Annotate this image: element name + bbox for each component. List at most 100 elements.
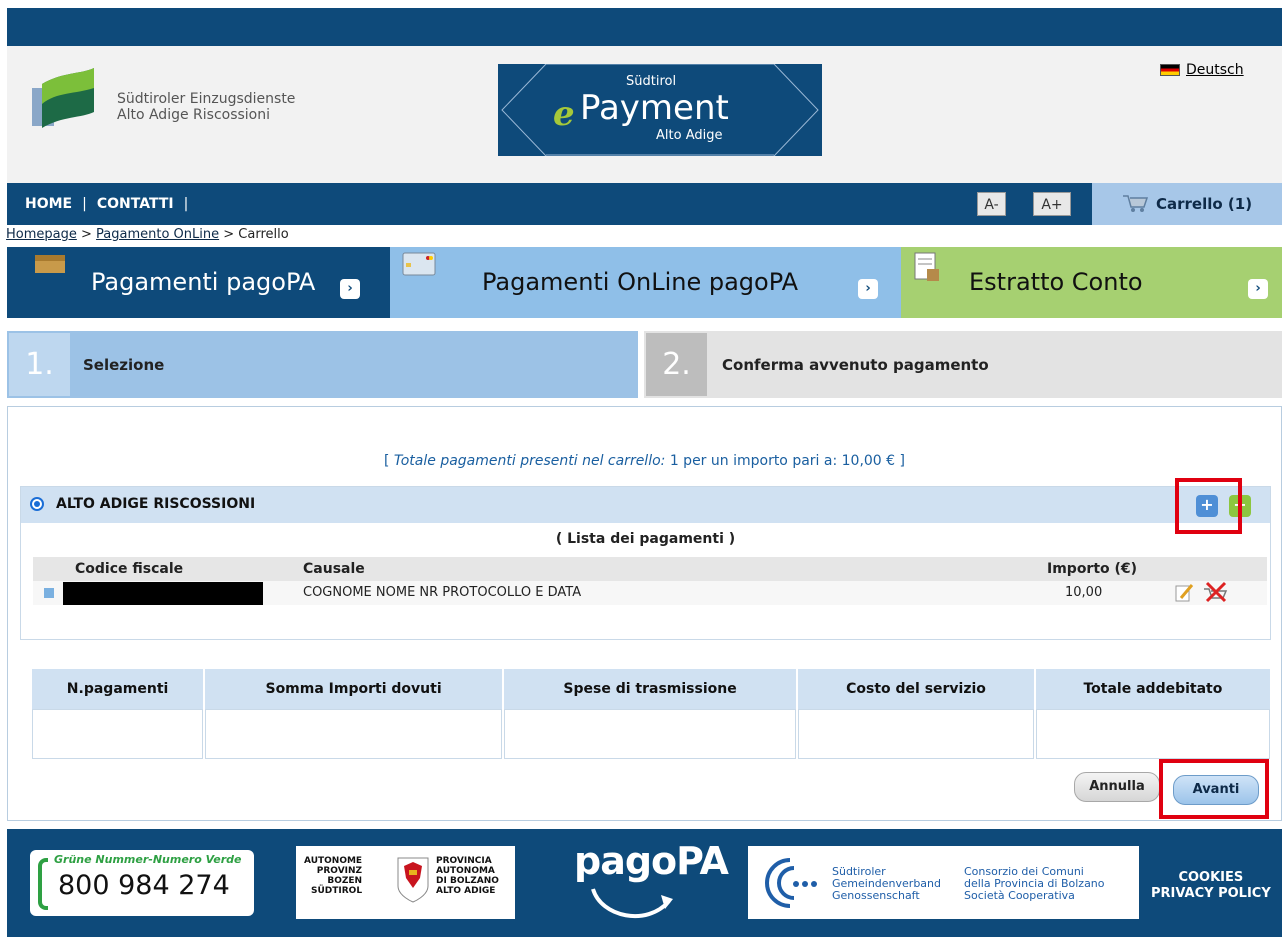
- col-causale: Causale: [303, 561, 365, 577]
- epayment-e: e: [553, 94, 575, 134]
- font-decrease-button[interactable]: A-: [977, 192, 1006, 216]
- prov-left-line: SÜDTIROL: [311, 886, 363, 896]
- gem-left-line: Genossenschaft: [832, 889, 920, 902]
- tab-label: Estratto Conto: [969, 268, 1143, 296]
- totals-cell: [798, 709, 1034, 759]
- highlight-box: [1175, 478, 1242, 534]
- tab-estratto-conto[interactable]: Estratto Conto ›: [901, 247, 1282, 318]
- summary-value: 1 per un importo pari a: 10,00 € ]: [665, 453, 905, 469]
- tab-pagamenti-online[interactable]: Pagamenti OnLine pagoPA ›: [390, 247, 901, 318]
- tab-pagamenti-pagopa[interactable]: Pagamenti pagoPA ›: [7, 247, 390, 318]
- credit-card-icon: [402, 252, 436, 276]
- breadcrumb-pagamento[interactable]: Pagamento OnLine: [96, 227, 219, 242]
- edit-icon[interactable]: [1173, 582, 1195, 604]
- prov-right-line: PROVINCIA: [436, 856, 492, 866]
- wallet-icon: [35, 255, 65, 273]
- step-number: 1.: [9, 333, 70, 396]
- epayment-altoadige: Alto Adige: [656, 128, 723, 143]
- verde-label: Grüne Nummer-Numero Verde: [54, 853, 242, 866]
- tab-label: Pagamenti OnLine pagoPA: [482, 268, 799, 296]
- top-bar: [7, 8, 1282, 46]
- row-importo: 10,00: [1065, 585, 1103, 600]
- step-selezione: 1. Selezione: [7, 331, 638, 398]
- logo-text: Südtiroler Einzugsdienste Alto Adige Ris…: [117, 91, 295, 123]
- totals-cell: [32, 709, 204, 759]
- row-causale: COGNOME NOME NR PROTOCOLLO E DATA: [303, 585, 582, 600]
- nav-separator: |: [82, 196, 87, 212]
- creditor-radio[interactable]: [30, 497, 44, 511]
- totals-cell: [205, 709, 503, 759]
- totals-header: Costo del servizio: [798, 669, 1034, 709]
- eagle-shield-icon: [397, 857, 429, 903]
- privacy-policy-link[interactable]: PRIVACY POLICY: [1151, 886, 1271, 902]
- cart-icon: [1123, 195, 1148, 212]
- cookies-link[interactable]: COOKIES: [1151, 870, 1271, 886]
- next-button[interactable]: Avanti: [1173, 775, 1259, 805]
- cart-summary: [ Totale pagamenti presenti nel carrello…: [8, 453, 1281, 469]
- gem-right-line: Società Cooperativa: [964, 889, 1075, 902]
- breadcrumb-homepage[interactable]: Homepage: [6, 227, 77, 242]
- summary-label: Totale pagamenti presenti nel carrello:: [393, 453, 666, 469]
- breadcrumb-current: Carrello: [238, 227, 289, 242]
- redacted-codice-fiscale: [63, 582, 263, 605]
- prov-right-line: AUTONOMA: [436, 866, 495, 876]
- breadcrumb-separator: >: [76, 227, 97, 242]
- breadcrumb: Homepage > Pagamento OnLine > Carrello: [6, 227, 289, 242]
- creditor-title: ALTO ADIGE RISCOSSIONI: [56, 496, 256, 512]
- prov-right-line: DI BOLZANO: [436, 876, 499, 886]
- prov-left-line: BOZEN: [327, 876, 363, 886]
- language-switch[interactable]: Deutsch: [1160, 62, 1244, 78]
- pagopa-logo: pagoPA: [574, 839, 729, 883]
- nav-contatti[interactable]: CONTATTI: [97, 196, 174, 212]
- cart-panel: [ Totale pagamenti presenti nel carrello…: [7, 406, 1282, 821]
- totals-header: Somma Importi dovuti: [205, 669, 503, 709]
- list-title: ( Lista dei pagamenti ): [555, 531, 736, 547]
- totals-table: N.pagamenti Somma Importi dovuti Spese d…: [30, 669, 1272, 759]
- prov-right-line: ALTO ADIGE: [436, 886, 496, 896]
- col-codice-fiscale: Codice fiscale: [75, 561, 184, 577]
- chevron-right-icon: ›: [340, 279, 360, 299]
- cart-label: Carrello (1): [1156, 195, 1253, 213]
- site-footer: Grüne Nummer-Numero Verde 800 984 274 AU…: [7, 829, 1282, 937]
- step-conferma: 2. Conferma avvenuto pagamento: [644, 331, 1282, 398]
- gemeindenverband-logo: Südtiroler Gemeindenverband Genossenscha…: [748, 846, 1139, 919]
- tab-label: Pagamenti pagoPA: [91, 268, 316, 296]
- row-marker-icon: [44, 588, 54, 598]
- col-importo: Importo (€): [1047, 561, 1138, 577]
- step-label: Conferma avvenuto pagamento: [722, 356, 989, 374]
- numero-verde-badge: Grüne Nummer-Numero Verde 800 984 274: [30, 850, 254, 916]
- service-tabs: Pagamenti pagoPA › Pagamenti OnLine pago…: [7, 247, 1282, 318]
- step-number: 2.: [646, 333, 707, 396]
- logo-line-1: Südtiroler Einzugsdienste: [117, 91, 296, 107]
- epayment-banner: Südtirol e Payment Alto Adige: [498, 64, 822, 156]
- epayment-title: Payment: [580, 88, 729, 128]
- footer-links: COOKIES PRIVACY POLICY: [1151, 870, 1271, 902]
- totals-header: Totale addebitato: [1035, 669, 1270, 709]
- section-header: ALTO ADIGE RISCOSSIONI + +: [21, 487, 1270, 523]
- cart-button[interactable]: Carrello (1): [1092, 183, 1282, 225]
- statement-icon: [914, 252, 939, 281]
- creditor-section: ALTO ADIGE RISCOSSIONI + + ( Lista dei p…: [20, 478, 1271, 640]
- font-increase-button[interactable]: A+: [1033, 192, 1071, 216]
- totals-cell: [504, 709, 797, 759]
- site-header: Südtiroler Einzugsdienste Alto Adige Ris…: [7, 46, 1282, 183]
- breadcrumb-separator: >: [219, 227, 239, 242]
- pagopa-swoosh-icon: [591, 888, 673, 918]
- logo-line-2: Alto Adige Riscossioni: [117, 107, 271, 123]
- cancel-button[interactable]: Annulla: [1074, 772, 1160, 802]
- remove-from-cart-icon[interactable]: [1201, 581, 1229, 605]
- summary-prefix: [: [384, 453, 394, 469]
- language-link[interactable]: Deutsch: [1186, 62, 1244, 78]
- step-label: Selezione: [83, 356, 165, 374]
- nav-home[interactable]: HOME: [25, 196, 72, 212]
- table-row: COGNOME NOME NR PROTOCOLLO E DATA 10,00: [33, 581, 1267, 605]
- totals-header: Spese di trasmissione: [504, 669, 797, 709]
- totals-header: N.pagamenti: [32, 669, 204, 709]
- prov-left-line: AUTONOME: [304, 856, 363, 866]
- prov-left-line: PROVINZ: [316, 866, 363, 876]
- wizard-steps: 1. Selezione 2. Conferma avvenuto pagame…: [7, 331, 1282, 398]
- totals-cell: [1035, 709, 1270, 759]
- riscossioni-logo-icon: [32, 68, 94, 128]
- epayment-sudtirol: Südtirol: [626, 74, 677, 89]
- verde-number: 800 984 274: [58, 870, 230, 901]
